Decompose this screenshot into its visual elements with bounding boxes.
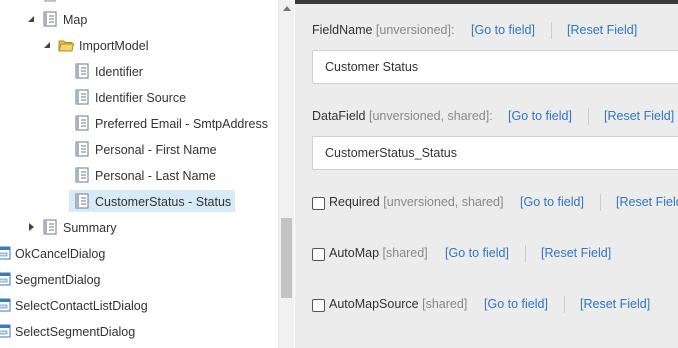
tree-item-identifier[interactable]: Identifier — [0, 59, 278, 83]
scroll-up-arrow-icon[interactable] — [283, 6, 291, 11]
fieldname-label: FieldName [unversioned]: — [312, 23, 454, 37]
link-separator — [551, 22, 552, 39]
reset-field-link[interactable]: [Reset Field] — [567, 23, 637, 37]
content-tree: Map ImportModel Identifier Identifier So… — [0, 0, 278, 348]
field-meta: [shared] — [422, 297, 468, 311]
dialog-icon — [0, 246, 11, 260]
tree-item-label: Identifier Source — [95, 91, 187, 105]
go-to-field-link[interactable]: [Go to field] — [484, 297, 548, 311]
dialog-icon — [0, 272, 11, 286]
field-meta: [shared] — [382, 246, 428, 260]
tree-item-selectsegmentdialog[interactable]: SelectSegmentDialog — [0, 319, 278, 343]
tree-item-label: ImportModel — [79, 39, 149, 53]
tree-item-label: SelectSegmentDialog — [15, 325, 136, 339]
field-editor: FieldName [unversioned]: [Go to field] [… — [295, 0, 678, 348]
field-title: Required — [329, 195, 380, 209]
reset-field-link[interactable]: [Reset Field] — [616, 195, 678, 209]
automap-checkbox[interactable] — [312, 248, 325, 261]
tree-item-label: Map — [63, 13, 88, 27]
go-to-field-link[interactable]: [Go to field] — [508, 109, 572, 123]
folder-icon — [58, 40, 74, 52]
tree-item-okcanceldialog[interactable]: OkCancelDialog — [0, 241, 278, 265]
template-icon — [75, 89, 89, 105]
go-to-field-link[interactable]: [Go to field] — [445, 246, 509, 260]
tree-item-label: SegmentDialog — [15, 273, 101, 287]
tree-item-last-name[interactable]: Personal - Last Name — [0, 163, 278, 187]
reset-field-link[interactable]: [Reset Field] — [604, 109, 674, 123]
template-icon — [75, 193, 89, 209]
tree-item-label: OkCancelDialog — [15, 247, 106, 261]
tree-item-label: SelectContactListDialog — [15, 299, 148, 313]
field-meta: [unversioned]: — [375, 23, 455, 37]
required-checkbox[interactable] — [312, 197, 325, 210]
fieldname-input[interactable]: Customer Status — [312, 50, 678, 84]
reset-field-link[interactable]: [Reset Field] — [580, 297, 650, 311]
dialog-icon — [0, 298, 11, 312]
template-icon — [43, 11, 57, 27]
link-separator — [588, 108, 589, 125]
go-to-field-link[interactable]: [Go to field] — [520, 195, 584, 209]
chevron-right-icon[interactable] — [26, 222, 36, 232]
template-icon — [75, 141, 89, 157]
tree-item-preferred-email[interactable]: Preferred Email - SmtpAddress — [0, 111, 278, 135]
top-border — [295, 0, 678, 4]
template-icon — [75, 63, 89, 79]
field-title: DataField — [312, 109, 366, 123]
datafield-input[interactable]: CustomerStatus_Status — [312, 136, 678, 170]
scrollbar-thumb[interactable] — [281, 218, 292, 298]
tree-item-importmodel[interactable]: ImportModel — [0, 33, 278, 57]
tree-item-label: Preferred Email - SmtpAddress — [95, 117, 268, 131]
automapsource-label: AutoMapSource [shared] — [329, 297, 467, 311]
tree-item-selectcontactlistdialog[interactable]: SelectContactListDialog — [0, 293, 278, 317]
link-separator — [600, 194, 601, 211]
link-separator — [525, 245, 526, 262]
tree-item-map[interactable]: Map — [0, 7, 278, 31]
tree-item-customerstatus[interactable]: CustomerStatus - Status — [0, 189, 278, 213]
field-title: AutoMap — [329, 246, 380, 260]
tree-item-first-name[interactable]: Personal - First Name — [0, 137, 278, 161]
reset-field-link[interactable]: [Reset Field] — [541, 246, 611, 260]
tree-item-summary[interactable]: Summary — [0, 215, 278, 239]
field-meta: [unversioned, shared]: — [368, 109, 493, 123]
tree-item-label: Personal - First Name — [95, 143, 217, 157]
field-title: FieldName — [312, 23, 373, 37]
template-icon — [43, 219, 57, 235]
tree-item-identifier-source[interactable]: Identifier Source — [0, 85, 278, 109]
tree-item-label: Personal - Last Name — [95, 169, 216, 183]
tree-item-segmentdialog[interactable]: SegmentDialog — [0, 267, 278, 291]
tree-item-label: Summary — [63, 221, 117, 235]
template-icon — [75, 115, 89, 131]
template-icon — [44, 0, 56, 2]
field-title: AutoMapSource — [329, 297, 419, 311]
chevron-expanded-icon[interactable] — [26, 14, 36, 24]
field-meta: [unversioned, shared] — [383, 195, 504, 209]
dialog-icon — [0, 324, 11, 338]
chevron-expanded-icon[interactable] — [42, 40, 52, 50]
tree-scrollbar[interactable] — [278, 0, 294, 348]
automapsource-checkbox[interactable] — [312, 299, 325, 312]
link-separator — [564, 296, 565, 313]
tree-item-label: Identifier — [95, 65, 143, 79]
go-to-field-link[interactable]: [Go to field] — [471, 23, 535, 37]
required-label: Required [unversioned, shared] — [329, 195, 503, 209]
datafield-label: DataField [unversioned, shared]: — [312, 109, 493, 123]
tree-item-label: CustomerStatus - Status — [95, 195, 232, 209]
automap-label: AutoMap [shared] — [329, 246, 428, 260]
template-icon — [75, 167, 89, 183]
